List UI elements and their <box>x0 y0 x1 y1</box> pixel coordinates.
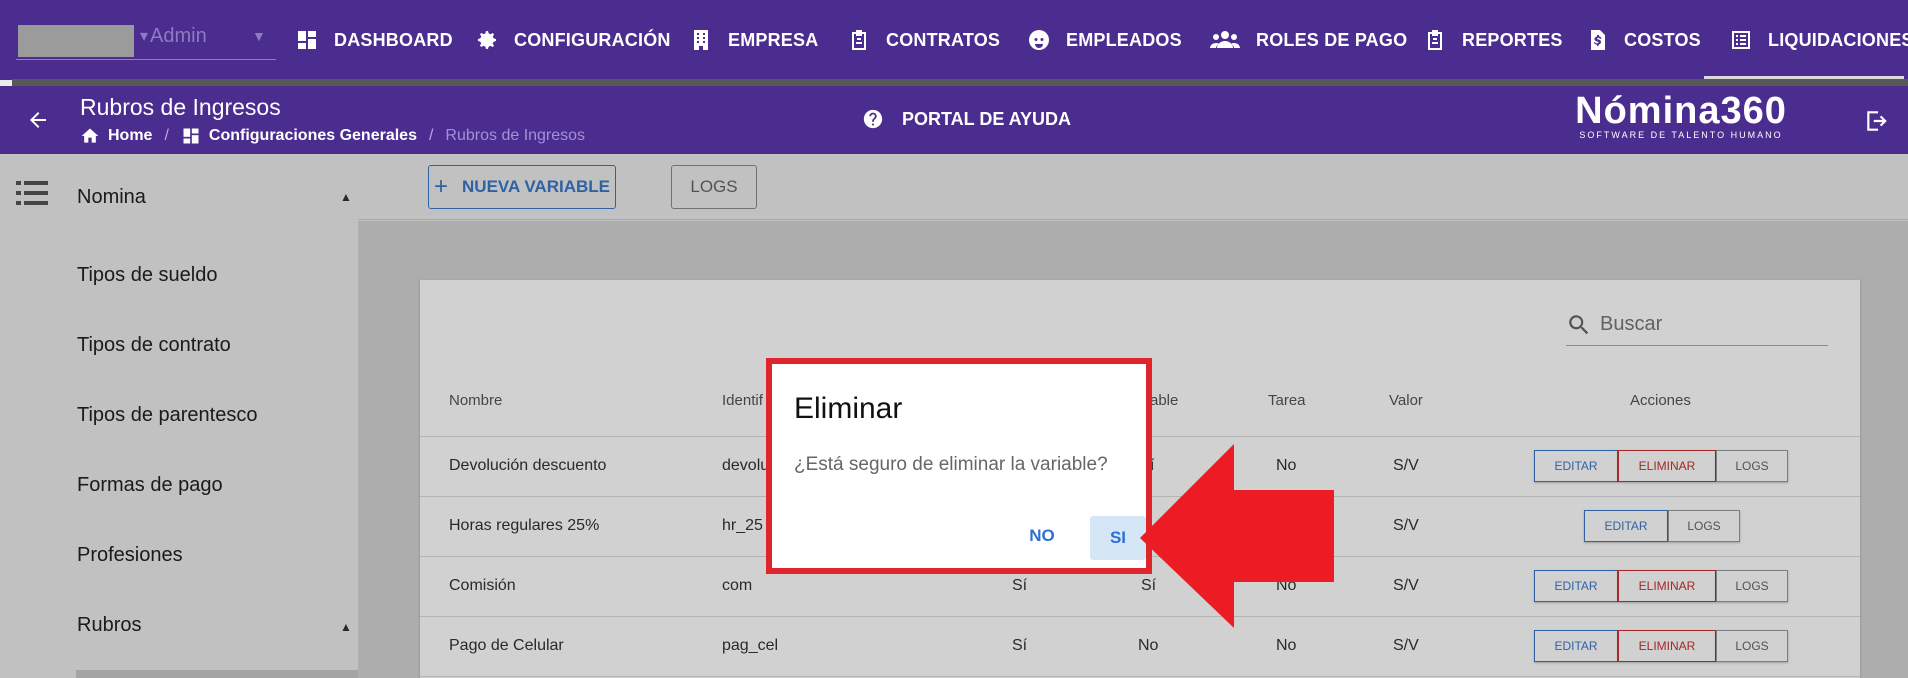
user-avatar-redacted <box>18 25 134 57</box>
dialog-title: Eliminar <box>794 392 903 425</box>
gear-icon <box>474 27 500 53</box>
face-icon <box>1026 27 1052 53</box>
nav-liquidaciones[interactable]: LIQUIDACIONES <box>1728 0 1908 80</box>
nav-label: ROLES DE PAGO <box>1256 29 1408 50</box>
clipboard-icon <box>1422 27 1448 53</box>
dialog-yes-button[interactable]: SI <box>1090 516 1146 560</box>
breadcrumb-separator: / <box>164 127 169 144</box>
nav-configuracion[interactable]: CONFIGURACIÓN <box>474 0 671 80</box>
list-icon <box>1728 27 1754 53</box>
brand-tagline: SOFTWARE DE TALENTO HUMANO <box>1579 130 1783 140</box>
nav-label: EMPLEADOS <box>1066 29 1182 50</box>
red-pointer-arrow-icon <box>1140 444 1334 628</box>
logout-icon[interactable] <box>1864 108 1890 134</box>
nav-label: EMPRESA <box>728 29 819 50</box>
nav-label: LIQUIDACIONES <box>1768 29 1908 50</box>
breadcrumb-home[interactable]: Home <box>108 127 152 145</box>
dashboard-icon <box>183 128 199 144</box>
divider <box>12 79 1908 86</box>
nav-empleados[interactable]: EMPLEADOS <box>1026 0 1182 80</box>
breadcrumb-separator: / <box>428 127 434 144</box>
top-navbar: ▾ Admin ▼ DASHBOARD CONFIGURACIÓN EMPRES… <box>0 0 1908 80</box>
dialog-no-button[interactable]: NO <box>1014 516 1070 556</box>
chevron-down-icon[interactable]: ▼ <box>252 28 266 44</box>
breadcrumb-configuraciones[interactable]: Configuraciones Generales <box>209 127 417 145</box>
help-icon <box>863 109 883 129</box>
page-title: Rubros de Ingresos <box>80 94 281 120</box>
breadcrumb-current: Rubros de Ingresos <box>445 127 586 144</box>
nav-dashboard[interactable]: DASHBOARD <box>294 0 453 80</box>
dialog-message: ¿Está seguro de eliminar la variable? <box>794 454 1108 475</box>
breadcrumb: Home / Configuraciones Generales / Rubro… <box>80 126 585 146</box>
home-icon <box>81 128 99 143</box>
nav-empresa[interactable]: EMPRESA <box>688 0 818 80</box>
dollar-file-icon <box>1584 27 1610 53</box>
building-icon <box>688 27 714 53</box>
nav-label: CONFIGURACIÓN <box>514 29 671 50</box>
nav-contratos[interactable]: CONTRATOS <box>846 0 1000 80</box>
nav-reportes[interactable]: REPORTES <box>1422 0 1563 80</box>
help-label: PORTAL DE AYUDA <box>902 108 1072 129</box>
brand-logo: Nómina360 SOFTWARE DE TALENTO HUMANO <box>1566 90 1796 140</box>
nav-label: REPORTES <box>1462 29 1563 50</box>
nav-costos[interactable]: COSTOS <box>1584 0 1701 80</box>
dashboard-icon <box>294 27 320 53</box>
help-portal-link[interactable]: PORTAL DE AYUDA <box>862 108 1071 130</box>
confirm-delete-dialog: Eliminar ¿Está seguro de eliminar la var… <box>766 358 1152 574</box>
user-name: Admin <box>150 25 207 47</box>
nav-roles-de-pago[interactable]: ROLES DE PAGO <box>1208 0 1407 80</box>
clipboard-icon <box>846 27 872 53</box>
user-arrow-icon: ▾ <box>140 28 149 45</box>
nav-label: COSTOS <box>1624 29 1701 50</box>
brand-name: Nómina360 <box>1575 90 1787 132</box>
nav-label: DASHBOARD <box>334 29 453 50</box>
user-select[interactable]: ▾ Admin ▼ <box>16 22 276 60</box>
nav-label: CONTRATOS <box>886 29 1001 50</box>
people-icon <box>1208 27 1242 53</box>
page-header: Rubros de Ingresos Home / Configuracione… <box>0 86 1908 154</box>
back-arrow-icon[interactable] <box>26 108 50 132</box>
